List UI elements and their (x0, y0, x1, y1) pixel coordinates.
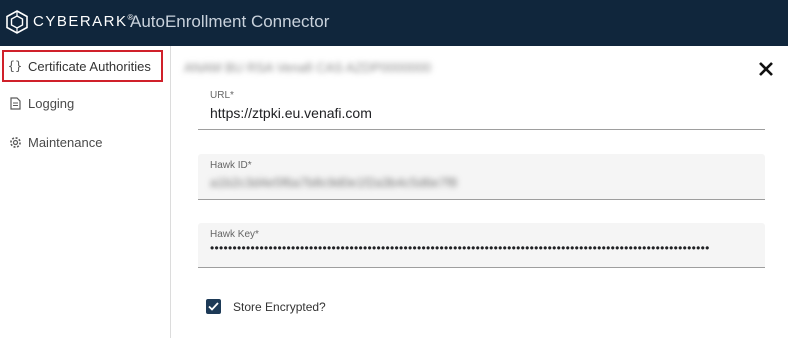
app-title: AutoEnrollment Connector (130, 12, 330, 31)
store-encrypted-row: Store Encrypted? (206, 299, 326, 314)
store-encrypted-checkbox[interactable] (206, 299, 221, 314)
close-icon[interactable] (756, 59, 776, 79)
sidebar-item-label: Maintenance (28, 134, 103, 150)
panel-title: ANAM BU RSA Venafi CAS AZDP0000000 (184, 60, 432, 75)
hawk-key-field[interactable]: Hawk Key* ••••••••••••••••••••••••••••••… (198, 223, 765, 268)
sidebar: {} Certificate Authorities Logging Maint… (0, 46, 171, 338)
checkmark-icon (208, 302, 219, 311)
curly-braces-icon: {} (7, 59, 23, 73)
url-field[interactable]: URL* https://ztpki.eu.venafi.com (198, 86, 765, 130)
hawk-id-label: Hawk ID* (210, 160, 252, 171)
url-value[interactable]: https://ztpki.eu.venafi.com (210, 105, 372, 121)
sidebar-item-certificate-authorities[interactable]: {} Certificate Authorities (2, 50, 163, 82)
cyberark-logo-icon (6, 10, 28, 34)
brand-name: CYBERARK® (33, 13, 134, 30)
hawk-id-value[interactable]: a1b2c3d4e5f6a7b8c9d0e1f2a3b4c5d6e7f8 (210, 175, 457, 190)
sidebar-item-label: Logging (28, 95, 75, 111)
sidebar-item-label: Certificate Authorities (28, 58, 151, 74)
hawk-id-field[interactable]: Hawk ID* a1b2c3d4e5f6a7b8c9d0e1f2a3b4c5d… (198, 154, 765, 200)
main-panel: ANAM BU RSA Venafi CAS AZDP0000000 URL* … (172, 46, 788, 338)
gear-icon (8, 135, 22, 149)
top-bar: CYBERARK® AutoEnrollment Connector (0, 0, 788, 46)
url-label: URL* (210, 90, 234, 101)
store-encrypted-label: Store Encrypted? (233, 299, 326, 314)
document-icon (8, 96, 22, 110)
sidebar-item-logging[interactable]: Logging (0, 84, 170, 122)
hawk-key-value[interactable]: ••••••••••••••••••••••••••••••••••••••••… (210, 241, 755, 255)
sidebar-item-maintenance[interactable]: Maintenance (0, 123, 170, 161)
hawk-key-label: Hawk Key* (210, 229, 259, 240)
